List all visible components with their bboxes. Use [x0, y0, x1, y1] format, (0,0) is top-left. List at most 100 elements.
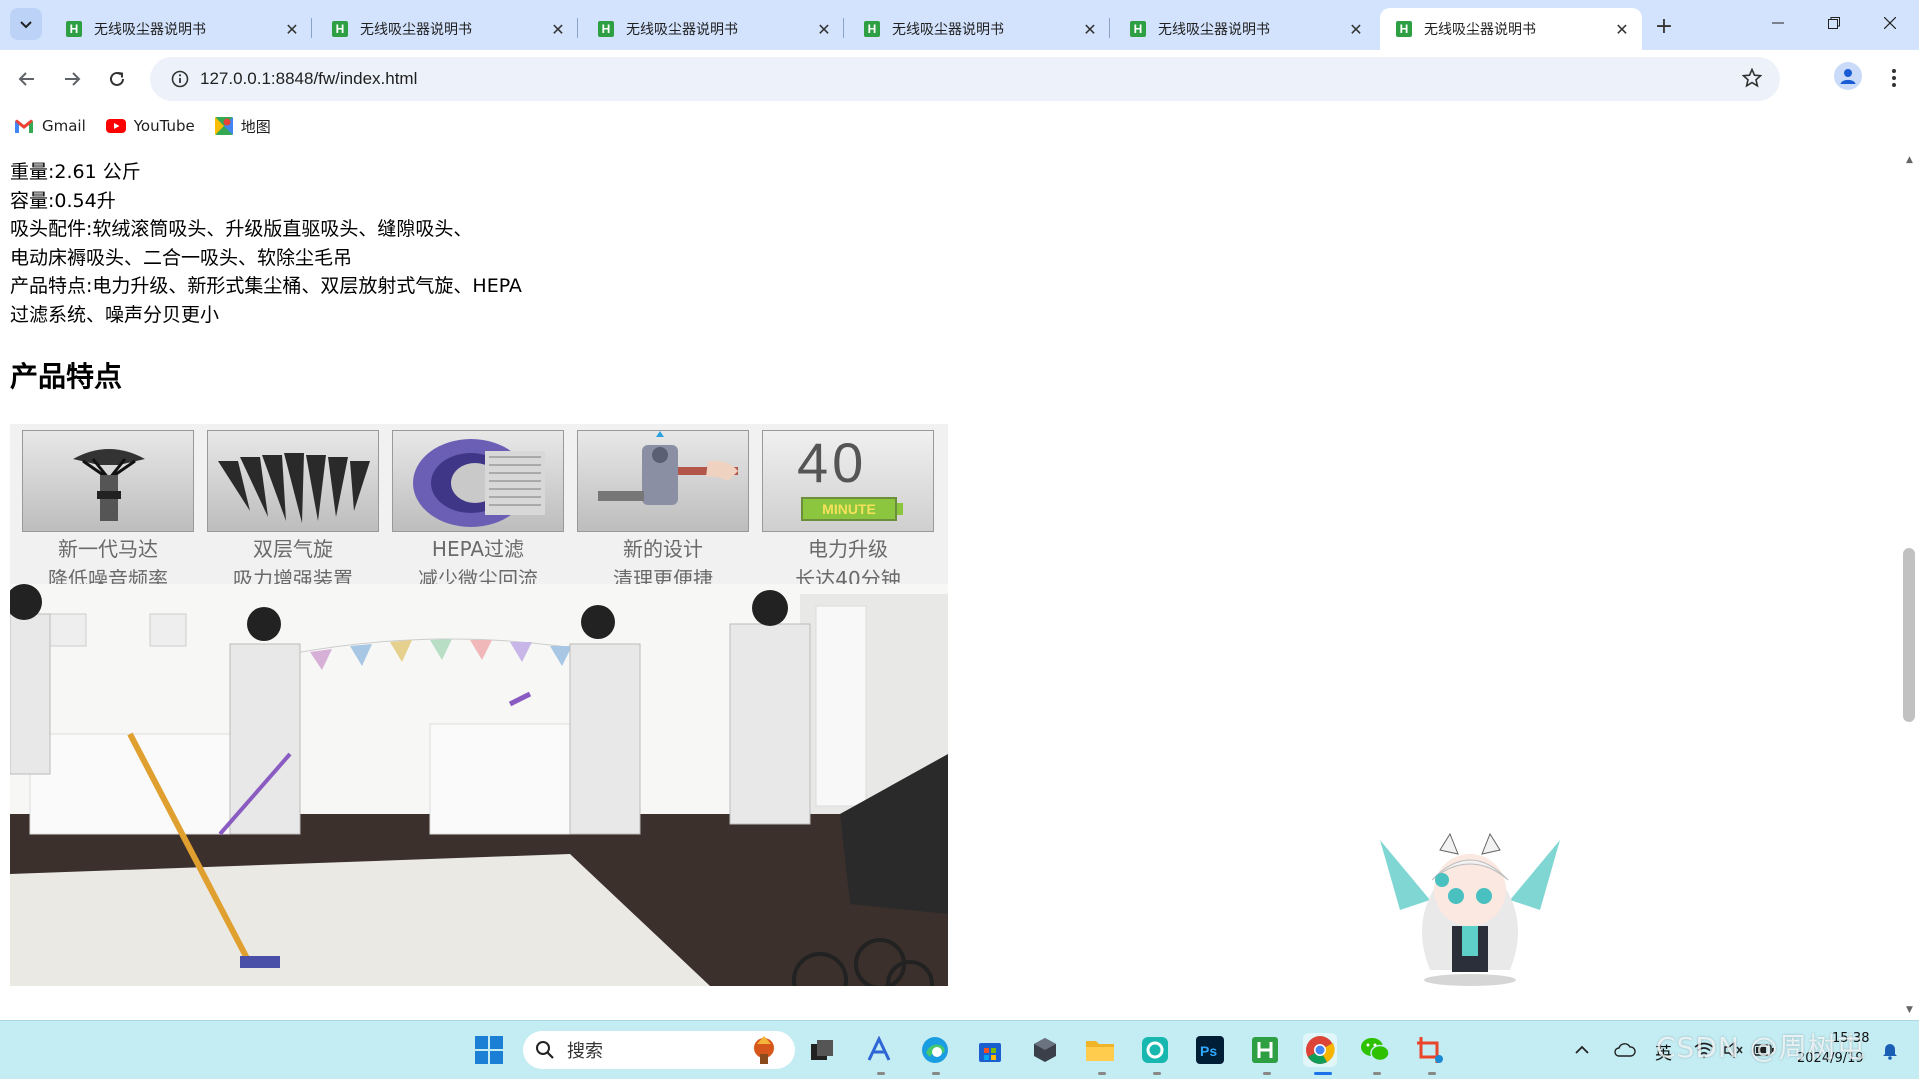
- star-icon: [1741, 67, 1763, 88]
- taskbar-app-hbuilder[interactable]: [1248, 1033, 1282, 1067]
- avatar-icon: [1840, 69, 1856, 84]
- task-view-icon: [811, 1040, 833, 1060]
- bookmarks-bar: Gmail YouTube 地图: [0, 108, 1919, 144]
- taskbar-app-store[interactable]: [973, 1033, 1007, 1067]
- spec-accessories: 吸头配件:软绒滚筒吸头、升级版直驱吸头、缝隙吸头、: [10, 218, 473, 241]
- desktop-mascot-icon[interactable]: [1370, 820, 1570, 990]
- windows-taskbar: 搜索 Ps 英 15:38 2024/9/19: [0, 1020, 1919, 1079]
- start-button[interactable]: [472, 1033, 506, 1067]
- csdn-watermark: CSDN @周树屯: [1656, 1031, 1866, 1064]
- forward-button[interactable]: [56, 63, 88, 95]
- restore-button[interactable]: [1806, 0, 1862, 46]
- spec-features-cont: 过滤系统、噪声分贝更小: [10, 303, 220, 326]
- close-icon[interactable]: ✕: [282, 19, 302, 39]
- minimize-icon: [1772, 22, 1784, 24]
- wechat-icon: [1361, 1038, 1390, 1062]
- browser-toolbar: 127.0.0.1:8848/fw/index.html: [0, 50, 1919, 108]
- cube-app-icon: [1034, 1038, 1056, 1062]
- browser-menu-button[interactable]: [1880, 62, 1908, 94]
- back-button[interactable]: [11, 63, 43, 95]
- close-icon[interactable]: ✕: [1346, 19, 1366, 39]
- tab-title: 无线吸尘器说明书: [626, 22, 738, 38]
- minimize-button[interactable]: [1750, 0, 1806, 46]
- snipping-tool-icon: [1417, 1037, 1443, 1063]
- taskbar-app-explorer[interactable]: [1083, 1033, 1117, 1067]
- browser-tab[interactable]: H 无线吸尘器说明书 ✕: [1114, 8, 1376, 50]
- bookmark-maps[interactable]: 地图: [214, 116, 271, 137]
- close-icon[interactable]: ✕: [1080, 19, 1100, 39]
- close-icon[interactable]: ✕: [548, 19, 568, 39]
- profile-button[interactable]: [1834, 62, 1862, 90]
- scroll-up-icon[interactable]: ▲: [1900, 152, 1919, 168]
- browser-tab[interactable]: H 无线吸尘器说明书 ✕: [582, 8, 844, 50]
- bookmark-youtube[interactable]: YouTube: [105, 117, 195, 135]
- battery-tip: [897, 503, 903, 515]
- feature-caption: 新的设计: [623, 537, 703, 561]
- feature-caption: HEPA过滤: [431, 537, 525, 561]
- tray-overflow-button[interactable]: [1570, 1033, 1594, 1067]
- taskbar-search[interactable]: 搜索: [523, 1031, 795, 1069]
- address-bar[interactable]: 127.0.0.1:8848/fw/index.html: [150, 57, 1780, 101]
- edge-icon: [922, 1037, 948, 1063]
- close-window-button[interactable]: [1862, 0, 1918, 46]
- hbuilder-icon: [1252, 1037, 1278, 1063]
- tray-onedrive[interactable]: [1610, 1033, 1640, 1067]
- browser-tab-active[interactable]: H 无线吸尘器说明书 ✕: [1380, 8, 1642, 50]
- taskbar-app-chrome[interactable]: [1303, 1033, 1337, 1067]
- taskbar-app-translate[interactable]: [862, 1033, 896, 1067]
- bell-icon: [1883, 1044, 1897, 1060]
- windows-logo-icon: [475, 1036, 503, 1064]
- photoshop-icon: Ps: [1196, 1036, 1224, 1064]
- site-info-button[interactable]: [160, 70, 200, 88]
- scroll-down-icon[interactable]: ▼: [1900, 1002, 1919, 1018]
- running-indicator: [877, 1072, 885, 1075]
- taskbar-app-meitu[interactable]: [1138, 1033, 1172, 1067]
- taskbar-app-snipping[interactable]: [1413, 1033, 1447, 1067]
- notification-button[interactable]: [1878, 1039, 1902, 1063]
- lifestyle-photo: [10, 584, 948, 986]
- battery-minutes-number: 40: [797, 431, 868, 494]
- youtube-icon: [105, 119, 126, 133]
- tab-separator: [1109, 18, 1110, 38]
- taskbar-app-photoshop[interactable]: Ps: [1193, 1033, 1227, 1067]
- motor-icon: [22, 430, 194, 532]
- hbuilder-favicon-icon: H: [598, 21, 614, 37]
- reload-button[interactable]: [101, 63, 133, 95]
- cyclone-icon: [207, 430, 379, 532]
- store-icon: [979, 1043, 1001, 1062]
- arrow-left-icon: [18, 72, 34, 86]
- taskbar-app-box[interactable]: [1028, 1033, 1062, 1067]
- feature-design: 新的设计 清理更便捷: [577, 430, 749, 592]
- feature-hepa: HEPA过滤 减少微尘回流: [392, 430, 564, 592]
- battery-minutes-label: MINUTE: [801, 497, 897, 521]
- tab-strip: H 无线吸尘器说明书 ✕ H 无线吸尘器说明书 ✕ H 无线吸尘器说明书 ✕ H…: [0, 0, 1919, 50]
- active-indicator: [1314, 1072, 1332, 1075]
- tab-search-button[interactable]: [10, 8, 42, 40]
- scrollbar-thumb[interactable]: [1903, 548, 1915, 722]
- tab-separator: [311, 18, 312, 38]
- chrome-icon: [1306, 1036, 1335, 1064]
- bookmark-gmail[interactable]: Gmail: [14, 117, 86, 135]
- new-tab-button[interactable]: +: [1650, 12, 1678, 40]
- bookmark-star-button[interactable]: [1741, 67, 1763, 92]
- browser-tab[interactable]: H 无线吸尘器说明书 ✕: [316, 8, 578, 50]
- tab-separator: [577, 18, 578, 38]
- arrow-right-icon: [65, 72, 81, 86]
- cloud-icon: [1614, 1043, 1636, 1057]
- task-view-button[interactable]: [805, 1033, 839, 1067]
- browser-tab[interactable]: H 无线吸尘器说明书 ✕: [50, 8, 312, 50]
- feature-cyclone: 双层气旋 吸力增强装置: [207, 430, 379, 592]
- taskbar-app-wechat[interactable]: [1358, 1033, 1392, 1067]
- section-heading: 产品特点: [10, 360, 123, 393]
- close-icon[interactable]: ✕: [814, 19, 834, 39]
- close-icon[interactable]: ✕: [1612, 19, 1632, 39]
- spec-features: 产品特点:电力升级、新形式集尘桶、双层放射式气旋、HEPA: [10, 275, 522, 298]
- browser-tab[interactable]: H 无线吸尘器说明书 ✕: [848, 8, 1110, 50]
- hbuilder-favicon-icon: H: [864, 21, 880, 37]
- search-placeholder: 搜索: [567, 1041, 603, 1062]
- page-viewport: 重量:2.61 公斤 容量:0.54升 吸头配件:软绒滚筒吸头、升级版直驱吸头、…: [0, 144, 1900, 1020]
- tab-separator: [843, 18, 844, 38]
- taskbar-app-edge[interactable]: [918, 1033, 952, 1067]
- tab-title: 无线吸尘器说明书: [360, 22, 472, 38]
- feature-motor: 新一代马达 降低噪音频率: [22, 430, 194, 592]
